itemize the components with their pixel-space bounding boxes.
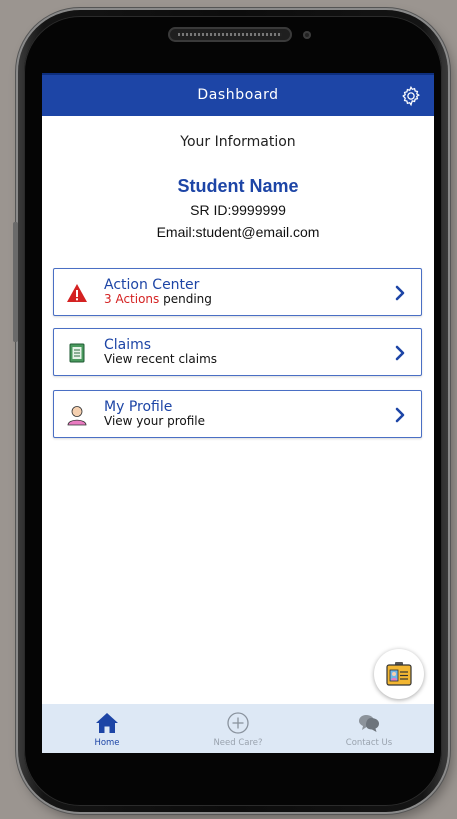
bottom-navigation: Home Need Care? Contact Us bbox=[42, 704, 434, 753]
sr-id-line: SR ID:9999999 bbox=[42, 202, 434, 218]
chat-bubble-icon bbox=[359, 715, 379, 732]
action-center-subtitle: 3 Actions pending bbox=[104, 292, 212, 306]
gear-icon[interactable] bbox=[400, 85, 422, 107]
claims-card[interactable]: Claims View recent claims bbox=[53, 328, 422, 376]
document-icon bbox=[69, 343, 85, 363]
email-label: Email: bbox=[156, 224, 196, 240]
id-card-icon bbox=[386, 662, 412, 686]
my-profile-card[interactable]: My Profile View your profile bbox=[53, 390, 422, 438]
section-title: Your Information bbox=[180, 134, 296, 150]
user-icon bbox=[67, 406, 87, 426]
nav-need-care[interactable]: Need Care? bbox=[173, 704, 303, 753]
phone-speaker bbox=[168, 27, 292, 42]
warning-icon bbox=[67, 284, 87, 302]
sr-id-value: 9999999 bbox=[231, 202, 286, 218]
home-icon bbox=[96, 713, 118, 733]
sr-id-label: SR ID: bbox=[190, 202, 232, 218]
app-screen: Dashboard Your Information Student Name … bbox=[42, 73, 434, 753]
student-name: Student Name bbox=[177, 176, 299, 196]
phone-side-button bbox=[13, 222, 18, 342]
header-bar: Dashboard bbox=[42, 73, 434, 116]
claims-subtitle: View recent claims bbox=[104, 352, 218, 366]
nav-contact-us[interactable]: Contact Us bbox=[304, 704, 434, 753]
chevron-right-icon bbox=[395, 285, 405, 301]
phone-camera bbox=[303, 31, 311, 39]
actions-pending-text: pending bbox=[159, 292, 212, 306]
nav-home-label: Home bbox=[94, 738, 120, 748]
id-card-button[interactable] bbox=[374, 649, 424, 699]
chevron-right-icon bbox=[395, 407, 405, 423]
email-line: Email:student@email.com bbox=[42, 224, 434, 240]
actions-count: 3 Actions bbox=[104, 292, 160, 306]
nav-contact-us-label: Contact Us bbox=[345, 738, 393, 748]
my-profile-title: My Profile bbox=[104, 399, 173, 415]
nav-need-care-label: Need Care? bbox=[213, 738, 263, 748]
action-center-title: Action Center bbox=[104, 277, 200, 293]
claims-title: Claims bbox=[104, 337, 152, 353]
chevron-right-icon bbox=[395, 345, 405, 361]
nav-home[interactable]: Home bbox=[42, 704, 172, 753]
page-title: Dashboard bbox=[197, 87, 279, 103]
action-center-card[interactable]: Action Center 3 Actions pending bbox=[53, 268, 422, 316]
my-profile-subtitle: View your profile bbox=[104, 414, 205, 428]
plus-circle-icon bbox=[227, 712, 249, 734]
email-value: student@email.com bbox=[195, 224, 320, 240]
